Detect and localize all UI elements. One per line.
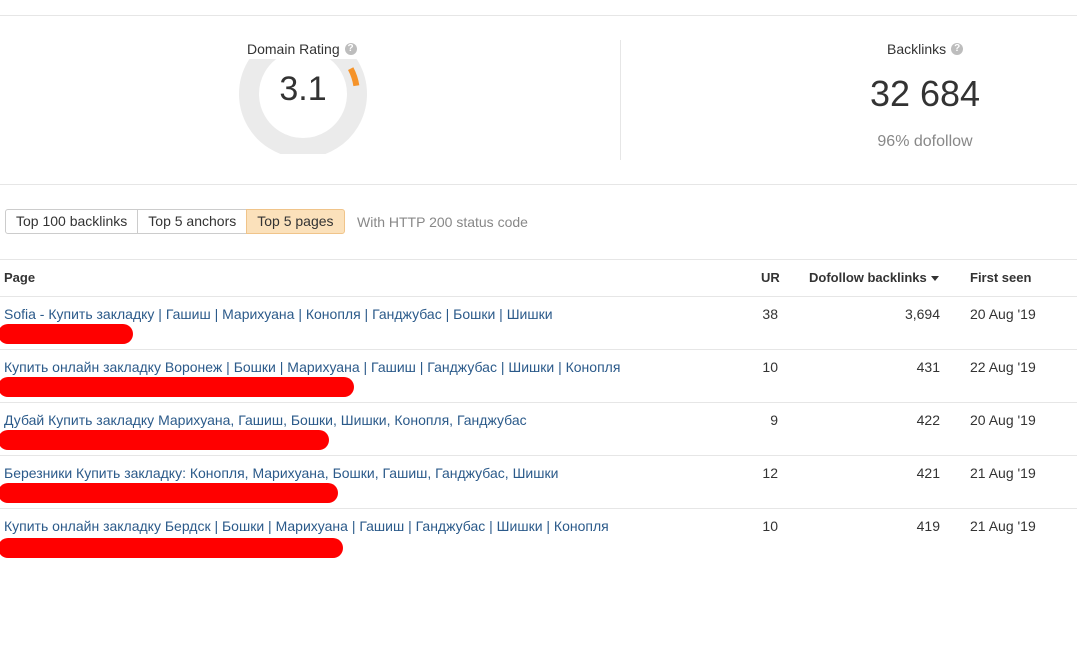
table-row: Купить онлайн закладку Бердск | Бошки | …: [0, 508, 1077, 562]
help-icon[interactable]: ?: [951, 43, 964, 55]
dofollow-count: 431: [916, 359, 940, 375]
redaction-mark: [0, 538, 343, 558]
ur-value: 9: [770, 412, 778, 428]
page-link[interactable]: Купить онлайн закладку Воронеж | Бошки |…: [4, 359, 620, 375]
column-header-dofollow-label: Dofollow backlinks: [809, 270, 927, 285]
table-row: Березники Купить закладку: Конопля, Мари…: [0, 455, 1077, 509]
domain-rating-value: 3.1: [279, 70, 327, 108]
top-divider: [0, 15, 1077, 16]
tab-top-100-backlinks[interactable]: Top 100 backlinks: [5, 209, 139, 234]
http-status-note: With HTTP 200 status code: [357, 214, 528, 230]
ur-value: 10: [762, 518, 778, 534]
section-divider: [0, 184, 1077, 185]
redaction-mark: [0, 324, 133, 344]
sort-desc-icon: [930, 276, 939, 282]
table-top-divider: [0, 259, 1077, 260]
dofollow-count: 422: [916, 412, 940, 428]
page-link[interactable]: Купить онлайн закладку Бердск | Бошки | …: [4, 518, 609, 534]
page-link[interactable]: Березники Купить закладку: Конопля, Мари…: [4, 465, 558, 481]
redaction-mark: [0, 377, 354, 397]
column-header-first-seen[interactable]: First seen: [970, 270, 1031, 285]
table-row: Sofia - Купить закладку | Гашиш | Мариху…: [0, 296, 1077, 350]
dofollow-percentage: 96% dofollow: [877, 133, 973, 150]
backlinks-label: Backlinks: [887, 41, 947, 57]
backlinks-label-group: Backlinks ?: [887, 41, 964, 57]
column-header-page[interactable]: Page: [4, 270, 35, 285]
first-seen-date: 21 Aug '19: [970, 518, 1036, 534]
redaction-mark: [0, 483, 338, 503]
page-link[interactable]: Дубай Купить закладку Марихуана, Гашиш, …: [4, 412, 527, 428]
domain-rating-label-group: Domain Rating ?: [247, 41, 357, 57]
page-link[interactable]: Sofia - Купить закладку | Гашиш | Мариху…: [4, 306, 553, 322]
backlinks-tabs: Top 100 backlinks Top 5 anchors Top 5 pa…: [5, 209, 345, 234]
ur-value: 10: [762, 359, 778, 375]
domain-rating-label: Domain Rating: [247, 41, 340, 57]
first-seen-date: 20 Aug '19: [970, 306, 1036, 322]
ur-value: 38: [762, 306, 778, 322]
backlinks-value: 32 684: [869, 73, 981, 114]
help-icon[interactable]: ?: [344, 43, 357, 55]
dofollow-count: 3,694: [904, 306, 940, 322]
dofollow-count: 419: [916, 518, 940, 534]
dofollow-count: 421: [916, 465, 940, 481]
column-header-dofollow[interactable]: Dofollow backlinks: [809, 270, 939, 285]
tab-top-5-pages[interactable]: Top 5 pages: [246, 209, 345, 234]
tab-top-5-anchors[interactable]: Top 5 anchors: [137, 209, 248, 234]
table-row: Дубай Купить закладку Марихуана, Гашиш, …: [0, 402, 1077, 456]
column-header-ur[interactable]: UR: [761, 270, 780, 285]
redaction-mark: [0, 430, 329, 450]
table-row: Купить онлайн закладку Воронеж | Бошки |…: [0, 349, 1077, 403]
first-seen-date: 21 Aug '19: [970, 465, 1036, 481]
first-seen-date: 22 Aug '19: [970, 359, 1036, 375]
ur-value: 12: [762, 465, 778, 481]
metrics-divider: [620, 40, 621, 160]
first-seen-date: 20 Aug '19: [970, 412, 1036, 428]
